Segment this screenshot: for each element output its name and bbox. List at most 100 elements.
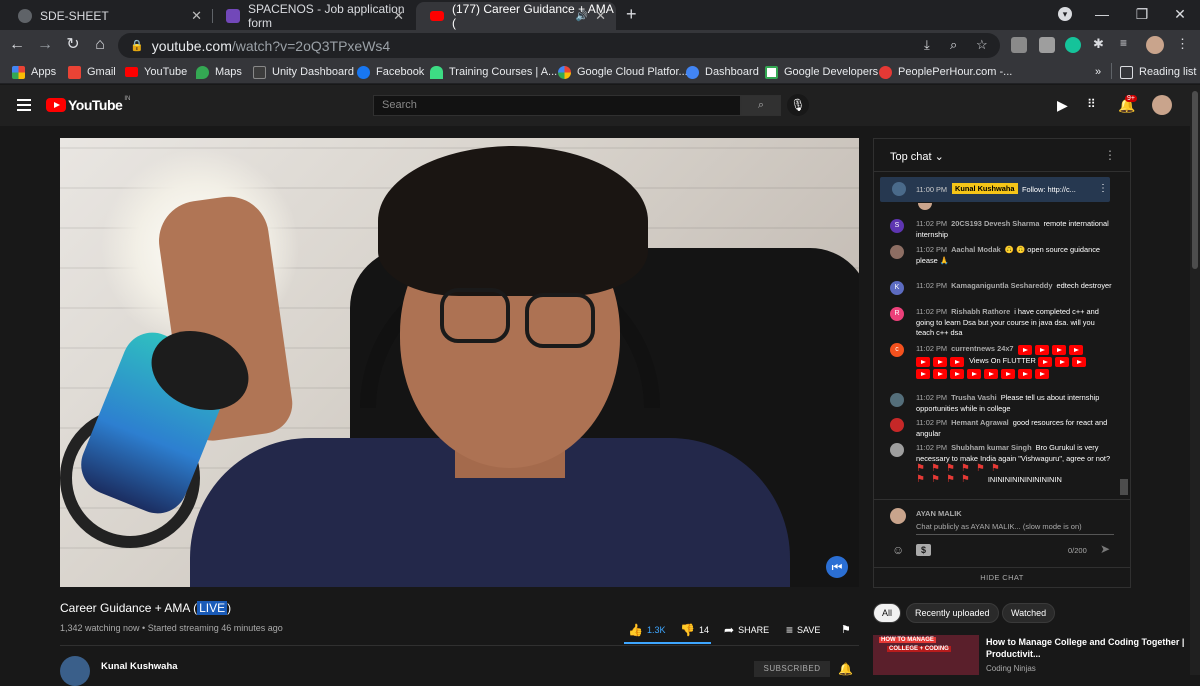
pinned-more-icon[interactable]: ⋮	[1098, 183, 1108, 194]
chat-message-input[interactable]: Chat publicly as AYAN MALIK... (slow mod…	[916, 522, 1114, 535]
notification-bell-icon[interactable]: 🔔	[838, 662, 853, 676]
back-button[interactable]: ←	[6, 34, 28, 56]
emoji-picker-icon[interactable]: ☺	[892, 543, 904, 557]
channel-avatar[interactable]	[60, 656, 90, 686]
media-control-icon[interactable]: ≡	[1120, 36, 1127, 50]
extension-icon[interactable]	[1039, 37, 1055, 53]
tab-search-icon[interactable]: ▾	[1058, 7, 1072, 21]
chat-message: 11:02 PM Aachal Modak 🙃 🙃 open source guid…	[890, 245, 1112, 266]
apps-grid-icon[interactable]: ⠿	[1087, 97, 1096, 111]
reload-button[interactable]: ↻	[62, 34, 84, 56]
speaker-icon[interactable]: 🔊	[576, 11, 588, 22]
report-button[interactable]: ⚑	[841, 623, 851, 636]
gmail-icon	[68, 65, 81, 79]
address-bar[interactable]: 🔒 youtube.com /watch?v=2oQ3TPxeWs4 ⤓ ⌕ ☆	[118, 33, 1000, 58]
reading-list-button[interactable]: Reading list	[1120, 64, 1196, 80]
forward-button[interactable]: →	[34, 34, 56, 56]
dislike-button[interactable]: 👎 14	[680, 623, 709, 637]
chat-scrollbar-thumb[interactable]	[1120, 479, 1128, 495]
like-button[interactable]: 👍 1.3K	[628, 623, 665, 637]
red-flag-icon: ⚑	[960, 463, 970, 474]
extension-icon[interactable]	[1011, 37, 1027, 53]
channel-name[interactable]: Kunal Kushwaha	[101, 661, 178, 672]
youtube-emoji-icon	[1018, 369, 1032, 379]
page-scrollbar[interactable]	[1190, 85, 1200, 675]
chip-recently-uploaded[interactable]: Recently uploaded	[906, 603, 999, 623]
bookmark-training[interactable]: Training Courses | A...	[430, 64, 557, 80]
more-menu-icon[interactable]: ⋮	[1176, 36, 1189, 52]
search-button[interactable]: ⌕	[741, 95, 781, 116]
bookmark-dashboard[interactable]: Dashboard	[686, 64, 759, 80]
hide-chat-button[interactable]: HIDE CHAT	[874, 567, 1130, 587]
bookmark-gcp[interactable]: Google Cloud Platfor...	[558, 64, 688, 80]
profile-avatar[interactable]	[1146, 36, 1164, 54]
voice-search-button[interactable]: 🎙	[787, 94, 809, 116]
account-avatar[interactable]	[1152, 95, 1172, 115]
bookmark-google-developers[interactable]: Google Developers	[765, 64, 878, 80]
hamburger-menu-icon[interactable]	[17, 99, 31, 114]
chat-mode-dropdown[interactable]: Top chat ⌄	[890, 150, 944, 163]
youtube-emoji-icon	[950, 369, 964, 379]
bookmark-star-icon[interactable]: ☆	[976, 37, 988, 53]
zoom-icon[interactable]: ⌕	[950, 37, 957, 53]
chat-input-area: AYAN MALIK Chat publicly as AYAN MALIK..…	[874, 499, 1130, 565]
chat-more-icon[interactable]: ⋮	[1104, 148, 1116, 162]
char-counter: 0/200	[1068, 546, 1087, 555]
scrollbar-thumb[interactable]	[1192, 91, 1198, 269]
more-bookmarks-button[interactable]: »	[1095, 64, 1101, 80]
home-button[interactable]: ⌂	[89, 34, 111, 56]
maps-icon	[196, 65, 209, 79]
share-button[interactable]: ➦ SHARE	[724, 623, 769, 637]
peopleperhour-icon	[879, 65, 892, 79]
bookmark-unity[interactable]: Unity Dashboard	[253, 64, 354, 80]
tab-title: SPACENOS - Job application form	[248, 2, 405, 30]
bookmark-label: Maps	[215, 66, 242, 78]
send-icon[interactable]: ➤	[1100, 542, 1110, 556]
tab-youtube-active[interactable]: (177) Career Guidance + AMA ( 🔊 ✕	[416, 2, 616, 30]
bookmark-peopleperhour[interactable]: PeoplePerHour.com -...	[879, 64, 1012, 80]
chip-all[interactable]: All	[873, 603, 902, 623]
search-input[interactable]: Search	[373, 95, 741, 116]
youtube-play-icon	[46, 98, 66, 112]
chat-message-list[interactable]: 11:00 PM Kunal Kushwaha Follow: http://c…	[874, 173, 1118, 498]
chat-scrollbar[interactable]	[1118, 173, 1130, 498]
bookmark-youtube[interactable]: YouTube	[125, 64, 187, 80]
chip-watched[interactable]: Watched	[1002, 603, 1056, 623]
close-icon[interactable]: ✕	[595, 8, 606, 24]
bookmark-facebook[interactable]: Facebook	[357, 64, 424, 80]
country-code: IN	[124, 96, 131, 102]
bookmarks-bar: Apps Gmail YouTube Maps Unity Dashboard …	[0, 60, 1200, 84]
message-author: Kamaganiguntla Seshareddy	[951, 281, 1053, 290]
pinned-message[interactable]: 11:00 PM Kunal Kushwaha Follow: http://c…	[880, 177, 1110, 202]
maximize-button[interactable]: ❐	[1124, 0, 1160, 30]
close-icon[interactable]: ✕	[393, 8, 404, 24]
recommendation-thumbnail[interactable]: HOW TO MANAGE COLLEGE + CODING	[873, 635, 979, 675]
bookmark-apps[interactable]: Apps	[12, 64, 56, 80]
super-chat-icon[interactable]: $	[916, 544, 931, 556]
bookmark-label: Unity Dashboard	[272, 66, 354, 78]
skip-to-live-button[interactable]: ⏮	[826, 556, 848, 578]
grammarly-icon[interactable]	[1065, 37, 1081, 53]
save-button[interactable]: ≡ SAVE	[786, 623, 820, 637]
youtube-logo[interactable]: YouTube IN	[46, 96, 131, 113]
puzzle-icon[interactable]: ✱	[1093, 36, 1104, 52]
avatar: R	[890, 307, 904, 321]
bookmark-gmail[interactable]: Gmail	[68, 64, 116, 80]
close-icon[interactable]: ✕	[191, 8, 202, 24]
tab-sde-sheet[interactable]: SDE-SHEET ✕	[4, 2, 212, 30]
install-icon[interactable]: ⤓	[924, 37, 930, 53]
youtube-emoji-icon	[984, 369, 998, 379]
video-player[interactable]	[60, 138, 859, 587]
minimize-button[interactable]: —	[1084, 0, 1120, 30]
recommendation-channel[interactable]: Coding Ninjas	[986, 664, 1036, 673]
chat-message: 11:02 PM Shubham kumar Singh Bro Gurukul i…	[890, 443, 1112, 485]
recommendation-title[interactable]: How to Manage College and Coding Togethe…	[986, 636, 1186, 660]
bookmark-maps[interactable]: Maps	[196, 64, 242, 80]
close-window-button[interactable]: ✕	[1162, 0, 1198, 30]
message-time: 11:02 PM	[916, 245, 948, 254]
red-flag-icon: ⚑	[975, 463, 985, 474]
create-video-icon[interactable]: ▶	[1057, 97, 1068, 114]
tab-spacenos[interactable]: SPACENOS - Job application form ✕	[212, 2, 414, 30]
youtube-emoji-icon	[1034, 345, 1049, 355]
new-tab-button[interactable]: +	[626, 4, 637, 25]
